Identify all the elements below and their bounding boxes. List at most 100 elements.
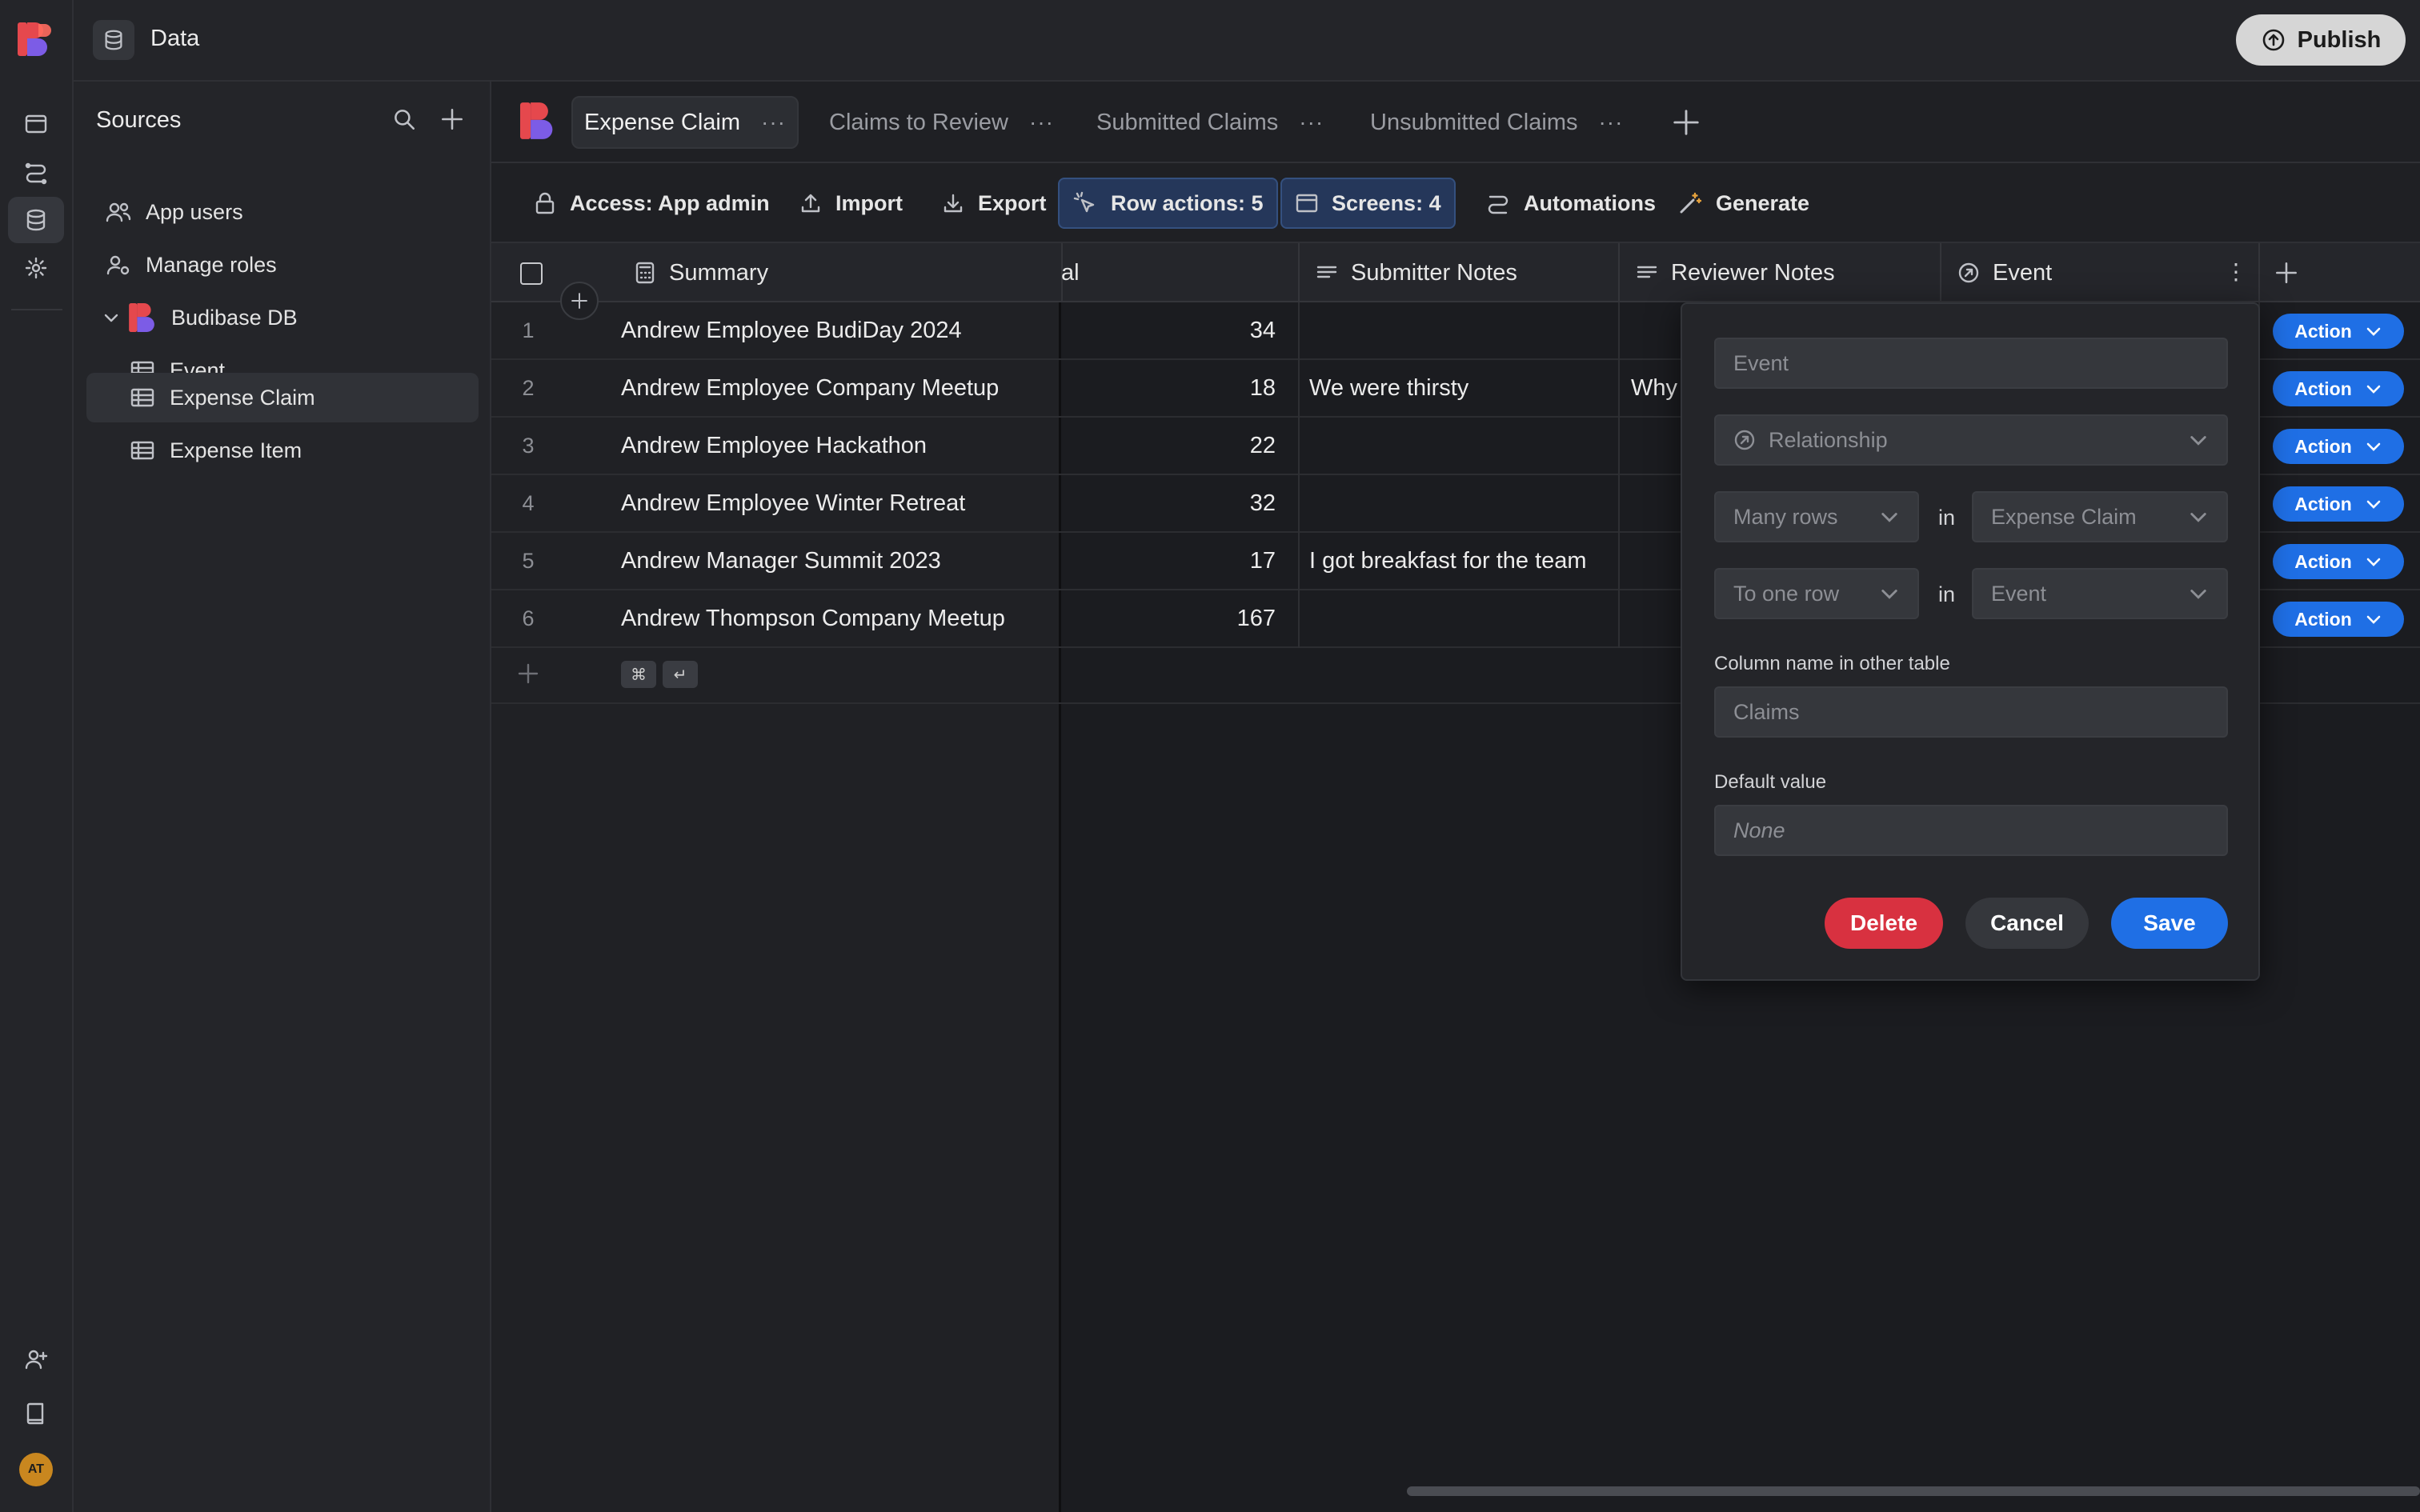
cell-summary[interactable]: Andrew Employee Company Meetup [621,360,1053,416]
row-action-button[interactable]: Action [2273,544,2404,579]
column-type-value: Relationship [1769,427,1888,452]
cell-submitter-notes[interactable] [1309,475,1613,531]
source-item-app-users[interactable]: App users [86,187,479,237]
relationship-many-select[interactable]: Many rows [1714,491,1919,542]
generate-button[interactable]: Generate [1665,178,1822,229]
cell-total[interactable]: 18 [1063,360,1287,416]
publish-button[interactable]: Publish [2236,14,2406,66]
source-item-expense-claim[interactable]: Expense Claim [86,373,479,422]
cell-summary[interactable]: Andrew Employee Winter Retreat [621,475,1053,531]
source-table-value: Expense Claim [1991,504,2137,529]
cell-total[interactable]: 34 [1063,302,1287,358]
cell-submitter-notes[interactable]: I got breakfast for the team [1309,533,1613,589]
action-label: Action [2294,378,2352,399]
tab-unsubmitted-claims[interactable]: Unsubmitted Claims ··· [1370,96,1623,149]
rail-settings-button[interactable] [8,245,64,291]
budibase-db-icon [520,101,559,141]
rail-apps-button[interactable] [8,101,64,147]
table-tabs-bar: Expense Claim ··· Claims to Review ··· S… [491,82,2420,163]
add-view-button[interactable] [1671,107,1701,138]
column-header-summary[interactable]: Summary [618,243,1061,302]
tab-claims-to-review[interactable]: Claims to Review ··· [829,96,1054,149]
add-column-button[interactable] [2273,259,2300,286]
chevron-down-icon [102,309,120,326]
source-item-expense-item[interactable]: Expense Item [86,426,479,475]
import-button[interactable]: Import [786,178,916,229]
chevron-down-icon [2188,430,2209,450]
default-value-input[interactable]: None [1714,805,2228,856]
automations-button[interactable]: Automations [1472,178,1669,229]
screens-button[interactable]: Screens: 4 [1280,178,1456,229]
column-header-total[interactable]: al [1061,243,1293,302]
row-action-button[interactable]: Action [2273,429,2404,464]
row-action-button[interactable]: Action [2273,602,2404,637]
row-actions-button[interactable]: Row actions: 5 [1058,178,1278,229]
cell-submitter-notes[interactable] [1309,590,1613,646]
magic-wand-icon [1677,190,1703,216]
cell-submitter-notes[interactable]: We were thirsty [1309,360,1613,416]
column-menu-icon[interactable]: ⋮ [2225,261,2247,283]
plus-icon [439,106,466,133]
flow-icon [23,159,49,185]
flow-icon [1485,191,1511,215]
cell-total[interactable]: 32 [1063,475,1287,531]
column-type-select[interactable]: Relationship [1714,414,2228,466]
source-item-budibase-db[interactable]: Budibase DB [86,293,479,342]
select-all-checkbox[interactable] [520,262,543,285]
column-name-input[interactable]: Event [1714,338,2228,389]
search-sources-button[interactable] [391,106,418,133]
avatar[interactable]: AT [19,1453,53,1486]
add-row-button[interactable] [515,661,541,686]
add-source-button[interactable] [439,106,466,133]
row-action-button[interactable]: Action [2273,371,2404,406]
sources-panel: Sources App users Manage roles Budibase … [74,82,491,1512]
cell-summary[interactable]: Andrew Employee Hackathon [621,418,1053,474]
generate-label: Generate [1716,190,1810,215]
tab-label: Unsubmitted Claims [1370,109,1578,135]
delete-button[interactable]: Delete [1825,898,1943,949]
target-table-select[interactable]: Event [1972,568,2228,619]
column-header-event[interactable]: Event [1941,243,2268,302]
import-label: Import [835,190,903,215]
cancel-button[interactable]: Cancel [1965,898,2089,949]
more-icon[interactable]: ··· [761,110,786,135]
relationship-one-select[interactable]: To one row [1714,568,1919,619]
row-action-button[interactable]: Action [2273,486,2404,522]
save-button[interactable]: Save [2111,898,2228,949]
cell-submitter-notes[interactable] [1309,302,1613,358]
cell-total[interactable]: 22 [1063,418,1287,474]
tab-submitted-claims[interactable]: Submitted Claims ··· [1096,96,1324,149]
action-label: Action [2294,550,2352,572]
more-icon[interactable]: ··· [1299,110,1324,135]
export-button[interactable]: Export [928,178,1060,229]
cell-summary[interactable]: Andrew Employee BudiDay 2024 [621,302,1053,358]
cell-summary[interactable]: Andrew Manager Summit 2023 [621,533,1053,589]
plus-icon [1671,107,1701,138]
cell-summary[interactable]: Andrew Thompson Company Meetup [621,590,1053,646]
more-icon[interactable]: ··· [1029,110,1054,135]
cell-total[interactable]: 17 [1063,533,1287,589]
column-divider [1298,302,1300,648]
source-item-label: Expense Claim [170,385,315,410]
budibase-logo[interactable] [18,22,53,56]
rail-data-button[interactable] [8,197,64,243]
cell-submitter-notes[interactable] [1309,418,1613,474]
column-header-label: Summary [669,259,769,286]
pointer-click-icon [1072,190,1098,216]
horizontal-scrollbar[interactable] [1407,1486,2420,1496]
enter-key: ↵ [663,661,698,688]
rail-invite-users-button[interactable] [8,1336,64,1382]
more-icon[interactable]: ··· [1598,110,1623,135]
insert-row-button[interactable] [560,282,599,320]
source-table-select[interactable]: Expense Claim [1972,491,2228,542]
other-column-input[interactable]: Claims [1714,686,2228,738]
rail-automations-button[interactable] [8,149,64,195]
access-button[interactable]: Access: App admin [520,178,783,229]
source-item-manage-roles[interactable]: Manage roles [86,240,479,290]
tab-expense-claim[interactable]: Expense Claim ··· [571,96,799,149]
column-header-submitter-notes[interactable]: Submitter Notes [1300,243,1618,302]
rail-docs-button[interactable] [8,1390,64,1437]
column-header-reviewer-notes[interactable]: Reviewer Notes [1620,243,1940,302]
row-action-button[interactable]: Action [2273,314,2404,349]
cell-total[interactable]: 167 [1063,590,1287,646]
